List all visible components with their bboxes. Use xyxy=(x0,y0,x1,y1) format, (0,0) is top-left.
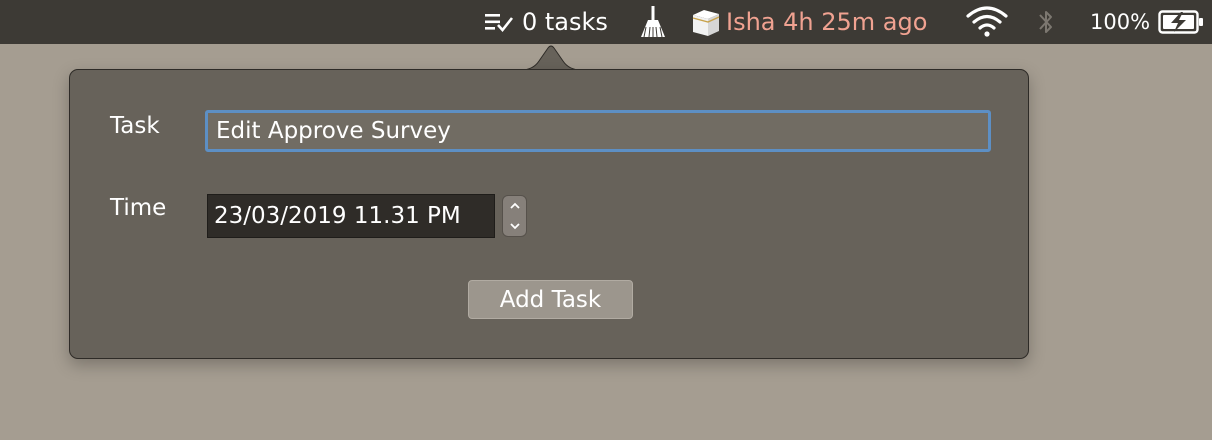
menu-bar: 0 tasks Isha 4h 25m ago 100% xyxy=(0,0,1212,44)
time-label: Time xyxy=(110,195,167,221)
bluetooth-icon xyxy=(1039,11,1052,33)
task-label: Task xyxy=(110,113,160,139)
battery-charging-icon xyxy=(1158,10,1204,34)
chevron-down-icon xyxy=(509,223,520,230)
task-input[interactable] xyxy=(205,110,991,152)
date-time-field[interactable]: 23/03/2019 11.31 PM xyxy=(207,194,495,238)
stepper-down-button[interactable] xyxy=(503,216,526,236)
broom-menu-item[interactable] xyxy=(638,0,668,44)
add-task-popover: Task Time 23/03/2019 11.31 PM Add Task xyxy=(69,69,1029,359)
kaaba-icon xyxy=(692,10,720,36)
tasks-count-label: 0 tasks xyxy=(522,8,608,36)
wifi-icon xyxy=(966,6,1008,37)
battery-percent-label: 100% xyxy=(1090,10,1151,34)
add-task-button[interactable]: Add Task xyxy=(468,280,633,319)
date-time-stepper[interactable] xyxy=(502,195,527,237)
chevron-up-icon xyxy=(509,202,520,209)
date-time-value: 23/03/2019 11.31 PM xyxy=(214,203,461,229)
task-list-check-icon xyxy=(485,14,514,33)
bluetooth-menu-item[interactable] xyxy=(1035,0,1057,44)
tasks-menu-item[interactable]: 0 tasks xyxy=(484,0,608,44)
wifi-menu-item[interactable] xyxy=(965,0,1009,44)
broom-icon xyxy=(641,6,665,38)
battery-menu-item[interactable]: 100% xyxy=(1090,0,1206,44)
prayer-time-label: Isha 4h 25m ago xyxy=(726,8,928,36)
prayer-time-menu-item[interactable]: Isha 4h 25m ago xyxy=(690,0,927,44)
stepper-up-button[interactable] xyxy=(503,196,526,216)
